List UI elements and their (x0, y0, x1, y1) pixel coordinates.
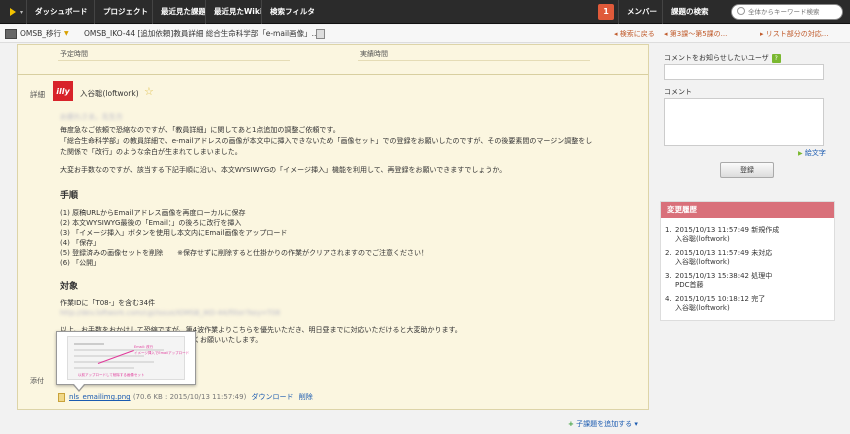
issue-detail-panel: 予定時間 実績時間 詳細 illy 入谷聡(loftwork) ☆ お疲れさま。… (17, 44, 649, 410)
attachment-label: 添付 (30, 377, 44, 385)
prev-issue-label: 第3課〜第5課の... (669, 30, 728, 38)
back-to-search-label: 検索に戻る (619, 30, 655, 38)
thumb-note: Email: 改行 (134, 345, 154, 349)
paragraph1-line: た関係で「改行」のような余白が生まれてしまいました。 (60, 148, 242, 156)
history-item: 3. 2015/10/13 15:38:42 処理中 PDC首藤 (665, 272, 773, 290)
delete-link[interactable]: 削除 (299, 393, 313, 401)
history-line: 2015/10/13 15:38:42 処理中 (675, 272, 773, 280)
copy-icon[interactable] (316, 29, 325, 39)
history-num: 3. (665, 272, 672, 280)
breadcrumb-issue-title: OMSB_IKO-44 [追加依頼]教員詳細 総合生命科学部「e-mail画像」… (84, 29, 319, 38)
step-item: (3) 「イメージ挿入」ボタンを使用し本文内にEmail画像をアップロード (60, 229, 288, 237)
nav-search-filter[interactable]: 検索フィルタ (261, 0, 323, 24)
change-history-panel: 変更履歴 1. 2015/10/13 11:57:49 新規作成 入谷聡(lof… (660, 201, 835, 321)
paragraph1-line: 毎度急なご依頼で恐縮なのですが、「教員詳細」に関してあと1点追加の調整ご依頼です… (60, 126, 340, 134)
step-item: (4) 「保存」 (60, 239, 101, 247)
history-user[interactable]: 入谷聡(loftwork) (675, 258, 772, 267)
app-logo-button[interactable]: ▾ (0, 0, 26, 24)
history-user[interactable]: 入谷聡(loftwork) (675, 304, 765, 313)
next-issue-link[interactable]: ▸ リスト部分の対応... (760, 25, 828, 43)
attachment-thumbnail-image: Email: 改行 イメージ挿入でEmailアップロード 以前アップロードして削… (67, 336, 189, 380)
file-icon (58, 392, 65, 402)
global-search-input[interactable] (748, 6, 840, 18)
notification-badge[interactable]: 1 (598, 4, 614, 20)
history-user[interactable]: 入谷聡(loftwork) (675, 235, 779, 244)
history-line: 2015/10/13 11:57:49 未対応 (675, 249, 773, 257)
nav-dashboard[interactable]: ダッシュボード (26, 0, 96, 24)
global-search (731, 4, 843, 20)
prev-issue-link[interactable]: ◂ 第3課〜第5課の... (664, 25, 727, 43)
nav-issue-search[interactable]: 課題の検索 (662, 0, 717, 24)
star-icon[interactable]: ☆ (144, 85, 154, 98)
attachment-meta: (70.6 KB : 2015/10/13 11:57:49) (132, 393, 247, 401)
triangle-right-icon: ▶ (798, 150, 803, 157)
paragraph1-line: 「総合生命科学部」の教員詳細で、e-mailアドレスの画像が本文中に挿入できない… (60, 137, 593, 145)
project-icon (5, 29, 17, 39)
history-item: 2. 2015/10/13 11:57:49 未対応 入谷聡(loftwork) (665, 249, 773, 267)
time-fields-row: 予定時間 実績時間 (18, 45, 648, 75)
next-issue-label: リスト部分の対応... (765, 30, 829, 38)
notify-users-input[interactable] (664, 64, 824, 80)
history-num: 4. (665, 295, 672, 303)
notify-users-label: コメントをお知らせしたいユーザ? (664, 53, 781, 63)
paragraph2-text: 大変お手数なのですが、該当する下記手順に沿い、本文WYSIWYGの「イメージ挿入… (60, 166, 507, 174)
breadcrumb-bar: OMSB_移行 ▼ OMSB_IKO-44 [追加依頼]教員詳細 総合生命科学部… (0, 25, 850, 43)
thumb-note: 以前アップロードして削除する画像セット (78, 373, 145, 377)
divider (358, 60, 590, 61)
target-text: 作業IDに「T08-」を含む34件 (60, 299, 156, 307)
nav-projects[interactable]: プロジェクト (94, 0, 156, 24)
popup-pointer (74, 384, 84, 390)
greeting-text: お疲れさま。先生方 (60, 113, 123, 121)
attachment-row: nls_emailimg.png (70.6 KB : 2015/10/13 1… (58, 392, 313, 402)
history-item: 4. 2015/10/15 10:18:12 完了 入谷聡(loftwork) (665, 295, 766, 313)
target-heading: 対象 (60, 282, 79, 292)
step-item: (5) 登録済みの画像セットを削除 ※保存せずに削除すると仕掛かりの作業がクリア… (60, 249, 429, 257)
steps-heading: 手順 (60, 191, 79, 201)
chevron-down-icon: ▾ (19, 9, 23, 16)
history-user[interactable]: PDC首藤 (675, 281, 772, 290)
pictograph-label: 絵文字 (804, 149, 826, 157)
detail-label: 詳細 (30, 90, 45, 99)
author-avatar[interactable]: illy (53, 81, 73, 101)
add-child-label: 子課題を追加する (576, 420, 633, 428)
step-item: (1) 原稿URLからEmailアドレス画像を再度ローカルに保存 (60, 209, 246, 217)
pictograph-link[interactable]: ▶ 絵文字 (798, 148, 826, 158)
comment-label: コメント (664, 88, 692, 96)
notify-users-text: コメントをお知らせしたいユーザ (664, 54, 769, 62)
history-item: 1. 2015/10/13 11:57:49 新規作成 入谷聡(loftwork… (665, 226, 780, 244)
plus-icon: + (568, 420, 574, 428)
history-title: 変更履歴 (661, 202, 834, 218)
thumb-line (74, 343, 104, 345)
history-num: 2. (665, 249, 672, 257)
project-dropdown-icon[interactable]: ▼ (64, 25, 69, 43)
download-link[interactable]: ダウンロード (252, 393, 294, 401)
history-line: 2015/10/15 10:18:12 完了 (675, 295, 766, 303)
attachment-filename-link[interactable]: nls_emailimg.png (69, 393, 131, 401)
author-name[interactable]: 入谷聡(loftwork) (80, 88, 139, 99)
thumb-line (74, 361, 154, 363)
add-child-issue-link[interactable]: + 子課題を追加する ▾ (568, 419, 638, 429)
back-to-search-link[interactable]: ◂ 検索に戻る (614, 25, 655, 43)
planned-time-label: 予定時間 (60, 50, 88, 58)
register-button[interactable]: 登録 (720, 162, 774, 178)
step-item: (6) 「公開」 (60, 259, 101, 267)
target-url-link[interactable]: http://dev.loftwork.com/cgi/issue/IOMSB_… (60, 309, 280, 317)
breadcrumb-project[interactable]: OMSB_移行 (20, 25, 61, 43)
thumb-line (74, 367, 134, 369)
step-item: (2) 本文WYSIWYG最後の「Email：」の後ろに改行を挿入 (60, 219, 242, 227)
attachment-thumbnail-popup[interactable]: Email: 改行 イメージ挿入でEmailアップロード 以前アップロードして削… (56, 331, 196, 392)
history-line: 2015/10/13 11:57:49 新規作成 (675, 226, 780, 234)
divider (58, 60, 290, 61)
actual-time-label: 実績時間 (360, 50, 388, 58)
backlog-logo-icon (10, 8, 16, 16)
nav-members[interactable]: メンバー (618, 0, 665, 24)
top-nav: ▾ ダッシュボード プロジェクト 最近見た課題 最近見たWiki 検索フィルタ … (0, 0, 850, 24)
help-icon[interactable]: ? (771, 53, 781, 63)
thumb-note: イメージ挿入でEmailアップロード (134, 351, 190, 355)
search-icon (737, 7, 745, 15)
comment-textarea[interactable] (664, 98, 824, 146)
history-num: 1. (665, 226, 672, 234)
